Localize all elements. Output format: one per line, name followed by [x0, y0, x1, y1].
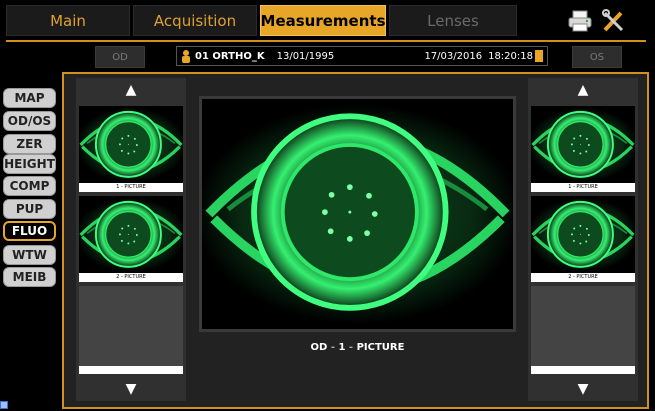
left-thumbnail-strip: ▲ 1 - PICTURE 2 - PICTURE ▼	[76, 78, 186, 401]
patient-birthdate: 13/01/1995	[276, 50, 335, 62]
settings-button[interactable]	[600, 9, 628, 33]
side-height[interactable]: HEIGHT	[3, 154, 56, 174]
right-empty-slot[interactable]	[531, 286, 635, 366]
side-zer-label: ZER	[16, 137, 43, 151]
os-label: OS	[589, 51, 605, 63]
side-odos[interactable]: OD/OS	[3, 111, 56, 131]
left-empty-slot-label	[79, 366, 183, 374]
right-empty-slot-label	[531, 366, 635, 374]
right-scroll-down[interactable]: ▼	[528, 381, 638, 397]
right-thumbnail-strip: ▲ 1 - PICTURE 2 - PICTURE ▼	[528, 78, 638, 401]
side-wtw-label: WTW	[12, 248, 47, 262]
tab-acquisition-label: Acquisition	[153, 11, 237, 30]
side-fluo[interactable]: FLUO	[3, 221, 56, 241]
left-thumbnail-1[interactable]	[79, 106, 183, 184]
side-map-label: MAP	[14, 91, 45, 105]
printer-icon	[568, 10, 592, 32]
main-image-caption: OD - 1 - PICTURE	[199, 342, 516, 353]
tab-measurements[interactable]: Measurements	[260, 5, 386, 36]
eye-thumbnail-image	[531, 106, 635, 184]
side-map[interactable]: MAP	[3, 88, 56, 108]
side-odos-label: OD/OS	[7, 114, 52, 128]
left-scroll-down[interactable]: ▼	[76, 381, 186, 397]
od-button[interactable]: OD	[95, 46, 145, 68]
caption-text: PICTURE	[356, 342, 405, 353]
patient-bar: 01 ORTHO_K 13/01/1995 17/03/2016 18:20:1…	[176, 46, 548, 66]
tab-lenses-label: Lenses	[427, 11, 479, 30]
caption-eye: OD	[310, 342, 328, 353]
os-button[interactable]: OS	[572, 46, 622, 68]
right-thumbnail-1[interactable]	[531, 106, 635, 184]
left-thumbnail-2[interactable]	[79, 196, 183, 274]
tab-acquisition[interactable]: Acquisition	[133, 5, 257, 36]
patient-name: 01 ORTHO_K	[195, 50, 265, 62]
tab-main[interactable]: Main	[6, 5, 130, 36]
side-fluo-label: FLUO	[11, 224, 48, 238]
side-meib[interactable]: MEIB	[3, 267, 56, 287]
side-comp[interactable]: COMP	[3, 176, 56, 196]
right-thumbnail-2[interactable]	[531, 196, 635, 274]
side-pup[interactable]: PUP	[3, 199, 56, 219]
right-thumbnail-2-label: 2 - PICTURE	[531, 273, 635, 282]
side-meib-label: MEIB	[12, 270, 47, 284]
tools-icon	[602, 9, 624, 32]
fluorescein-eye-image	[202, 99, 513, 329]
caption-separator-2: -	[345, 342, 357, 353]
left-thumbnail-2-label: 2 - PICTURE	[79, 273, 183, 282]
tab-measurements-label: Measurements	[260, 11, 386, 30]
side-wtw[interactable]: WTW	[3, 245, 56, 265]
window-corner-icon	[0, 401, 8, 409]
side-comp-label: COMP	[9, 179, 50, 193]
main-eye-image[interactable]	[199, 96, 516, 332]
tab-lenses[interactable]: Lenses	[389, 5, 517, 36]
exam-date: 17/03/2016	[424, 50, 483, 62]
eye-thumbnail-image	[79, 106, 183, 184]
exam-time: 18:20:18	[488, 50, 533, 62]
left-thumbnail-1-label: 1 - PICTURE	[79, 183, 183, 192]
patient-icon	[182, 50, 190, 63]
side-pup-label: PUP	[15, 202, 44, 216]
right-scroll-up[interactable]: ▲	[528, 82, 638, 98]
caption-separator-1: -	[327, 342, 339, 353]
header-divider	[6, 40, 646, 42]
eye-thumbnail-image	[531, 196, 635, 274]
left-empty-slot[interactable]	[79, 286, 183, 366]
eye-thumbnail-image	[79, 196, 183, 274]
right-thumbnail-1-label: 1 - PICTURE	[531, 183, 635, 192]
left-scroll-up[interactable]: ▲	[76, 82, 186, 98]
printer-button[interactable]	[566, 9, 594, 33]
side-height-label: HEIGHT	[4, 157, 55, 171]
od-label: OD	[112, 51, 128, 63]
side-zer[interactable]: ZER	[3, 134, 56, 154]
notes-icon[interactable]	[535, 50, 543, 62]
tab-main-label: Main	[50, 11, 86, 30]
